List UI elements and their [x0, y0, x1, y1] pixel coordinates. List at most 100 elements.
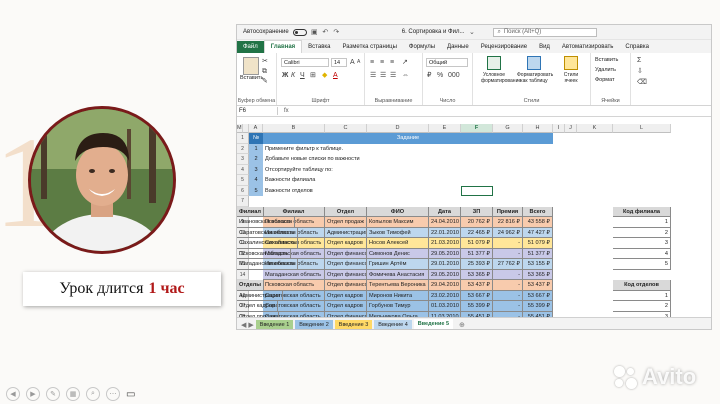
branch-name[interactable]: Ивановская область: [237, 217, 295, 228]
table-cell[interactable]: 22 465 ₽: [461, 227, 493, 238]
ribbon-tab[interactable]: Автоматизировать: [556, 41, 619, 53]
font-color-icon[interactable]: A: [333, 72, 338, 79]
font-size-select[interactable]: 14: [331, 58, 347, 67]
align-center-icon[interactable]: ☰: [380, 72, 386, 79]
table-cell[interactable]: 22.01.2010: [429, 227, 461, 238]
column-header[interactable]: H: [523, 124, 553, 133]
table-cell[interactable]: 43 558 ₽: [523, 217, 553, 228]
add-sheet-icon[interactable]: ⊕: [459, 321, 465, 329]
branch-code[interactable]: 5: [613, 259, 671, 270]
autosum-icon[interactable]: Σ: [637, 57, 641, 64]
table-cell[interactable]: Отдел финансов: [325, 280, 367, 291]
decrease-font-icon[interactable]: A: [357, 60, 360, 65]
ribbon-tab[interactable]: Главная: [263, 40, 303, 53]
table-cell[interactable]: Фомичева Анастасия: [367, 269, 429, 280]
task-number[interactable]: 5: [249, 185, 263, 196]
fill-color-icon[interactable]: ◆: [322, 72, 327, 79]
branch-name[interactable]: Псковская область: [237, 248, 292, 259]
branch-name[interactable]: Магаданская область: [237, 259, 299, 270]
cut-icon[interactable]: ✂: [262, 58, 268, 65]
table-header[interactable]: Всего: [523, 206, 553, 217]
percent-icon[interactable]: %: [437, 72, 443, 79]
table-cell[interactable]: Отдел финансов: [325, 259, 367, 270]
number-format-select[interactable]: Общий: [426, 58, 468, 67]
dept-code[interactable]: 1: [613, 290, 671, 301]
column-header[interactable]: F: [461, 124, 493, 133]
table-cell[interactable]: 53 155 ₽: [523, 259, 553, 270]
row-header[interactable]: 1: [237, 133, 249, 144]
table-cell[interactable]: 53 365 ₽: [461, 269, 493, 280]
sheet-tab[interactable]: Введение 2: [295, 319, 333, 329]
table-cell[interactable]: 55 399 ₽: [523, 301, 553, 312]
column-header[interactable]: M: [237, 124, 243, 133]
format-as-table-button[interactable]: Форматировать как таблицу: [517, 56, 553, 96]
task-text[interactable]: Добавьте новые списки по важности: [263, 154, 523, 165]
next-sheet-icon[interactable]: ▶: [248, 321, 253, 329]
branch-lookup-header[interactable]: Филиал: [237, 206, 264, 217]
zoom-icon[interactable]: ⌕: [86, 387, 100, 401]
clear-icon[interactable]: ⌫: [637, 79, 647, 86]
table-cell[interactable]: Гришин Артём: [367, 259, 429, 270]
table-cell[interactable]: 55 399 ₽: [461, 301, 493, 312]
thousands-icon[interactable]: 000: [448, 72, 460, 79]
table-cell[interactable]: Горбунов Тимур: [367, 301, 429, 312]
branch-code[interactable]: 1: [613, 217, 671, 228]
conditional-formatting-button[interactable]: Условное форматирование: [481, 56, 521, 96]
format-cells-button[interactable]: Формат: [595, 77, 615, 83]
orientation-icon[interactable]: ↗: [402, 59, 408, 66]
table-cell[interactable]: -: [493, 280, 523, 291]
table-cell[interactable]: 53 667 ₽: [461, 290, 493, 301]
table-cell[interactable]: 47 427 ₽: [523, 227, 553, 238]
column-header[interactable]: J: [565, 124, 577, 133]
cell-styles-button[interactable]: Стили ячеек: [557, 56, 585, 96]
table-cell[interactable]: 51 377 ₽: [523, 248, 553, 259]
table-cell[interactable]: 27 762 ₽: [493, 259, 523, 270]
column-header[interactable]: L: [613, 124, 671, 133]
table-header[interactable]: ЗП: [461, 206, 493, 217]
table-cell[interactable]: 53 437 ₽: [461, 280, 493, 291]
increase-font-icon[interactable]: A: [350, 59, 355, 66]
dept-name[interactable]: Администрация: [237, 290, 284, 301]
paste-label[interactable]: Вставить: [240, 75, 263, 81]
table-cell[interactable]: 53 437 ₽: [523, 280, 553, 291]
sheet-tab[interactable]: Введение 5: [413, 318, 454, 329]
table-header[interactable]: Отдел: [325, 206, 367, 217]
sheet-tab[interactable]: Введение 1: [255, 319, 294, 329]
row-header[interactable]: 3: [237, 154, 249, 165]
pen-icon[interactable]: ✎: [46, 387, 60, 401]
table-cell[interactable]: -: [493, 238, 523, 249]
table-cell[interactable]: 24.04.2010: [429, 217, 461, 228]
sheet-tab[interactable]: Введение 4: [374, 319, 412, 329]
table-cell[interactable]: 51 377 ₽: [461, 248, 493, 259]
slides-grid-icon[interactable]: ▦: [66, 387, 80, 401]
table-cell[interactable]: 53 667 ₽: [523, 290, 553, 301]
formula-input[interactable]: [295, 107, 711, 115]
undo-icon[interactable]: ↶: [322, 29, 329, 36]
table-cell[interactable]: -: [493, 248, 523, 259]
table-cell[interactable]: 25 393 ₽: [461, 259, 493, 270]
ribbon-tab[interactable]: Вставка: [302, 41, 336, 53]
row-header[interactable]: 5: [237, 175, 249, 186]
task-number[interactable]: 2: [249, 154, 263, 165]
table-cell[interactable]: Псковская область: [263, 280, 325, 291]
next-slide-icon[interactable]: ▶: [26, 387, 40, 401]
task-title-header[interactable]: Задание: [263, 133, 553, 144]
table-cell[interactable]: Носов Алексей: [367, 238, 429, 249]
column-header[interactable]: I: [553, 124, 565, 133]
delete-cells-button[interactable]: Удалить: [595, 67, 616, 73]
table-cell[interactable]: -: [493, 290, 523, 301]
redo-icon[interactable]: ↷: [333, 29, 340, 36]
camera-icon[interactable]: ▭: [126, 389, 135, 400]
table-cell[interactable]: 20 762 ₽: [461, 217, 493, 228]
table-cell[interactable]: Отдел финансов: [325, 269, 367, 280]
table-cell[interactable]: 21.03.2010: [429, 238, 461, 249]
row-header[interactable]: 7: [237, 196, 249, 207]
table-cell[interactable]: 53 365 ₽: [523, 269, 553, 280]
bold-icon[interactable]: Ж: [282, 72, 288, 79]
task-number-header[interactable]: №: [249, 133, 263, 144]
table-cell[interactable]: Зыков Тимофей: [367, 227, 429, 238]
copy-icon[interactable]: ⧉: [262, 68, 267, 75]
table-cell[interactable]: Отдел кадров: [325, 301, 367, 312]
branch-name[interactable]: Саратовская область: [237, 227, 298, 238]
table-cell[interactable]: Симонов Денис: [367, 248, 429, 259]
